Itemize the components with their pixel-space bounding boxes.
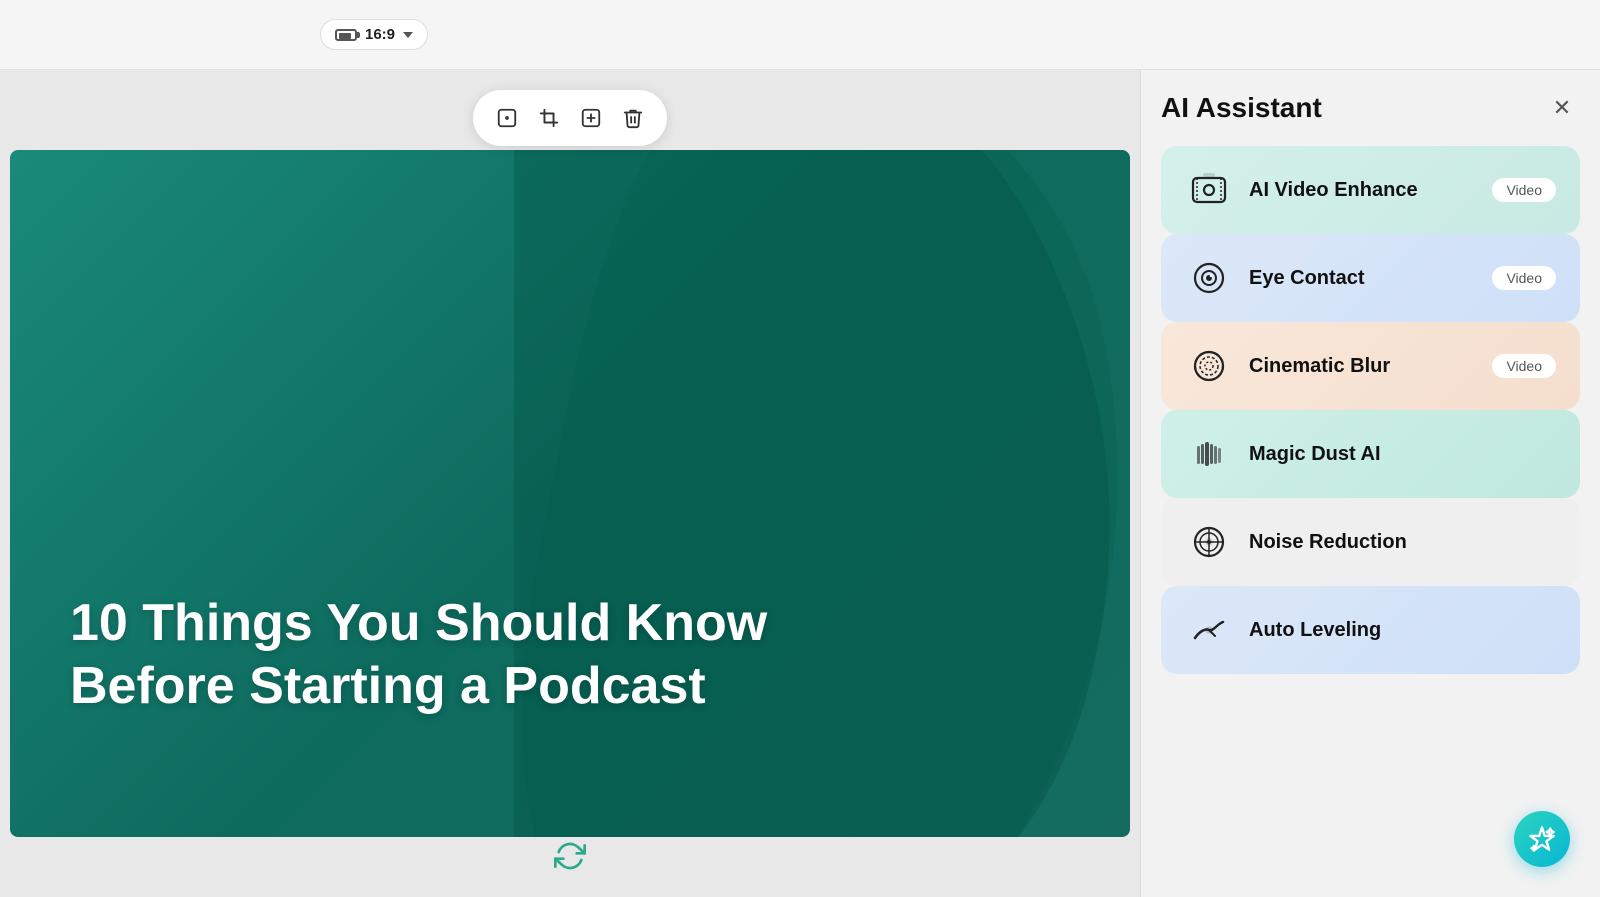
cinematic-blur-badge: Video — [1492, 354, 1556, 378]
eye-contact-label: Eye Contact — [1249, 267, 1476, 290]
video-title: 10 Things You Should Know Before Startin… — [70, 592, 767, 717]
feature-card-ai-video-enhance[interactable]: AI Video Enhance Video — [1161, 146, 1580, 234]
noise-reduction-icon — [1185, 518, 1233, 566]
video-text: 10 Things You Should Know Before Startin… — [10, 592, 827, 837]
right-panel: AI Assistant ✕ AI Video Enhance Video Eye… — [1140, 70, 1600, 897]
close-panel-button[interactable]: ✕ — [1544, 90, 1580, 126]
noise-reduction-label: Noise Reduction — [1249, 531, 1556, 554]
main-content: 10 Things You Should Know Before Startin… — [0, 70, 1600, 897]
ai-video-enhance-label: AI Video Enhance — [1249, 179, 1476, 202]
magic-dust-ai-label: Magic Dust AI — [1249, 443, 1556, 466]
cinematic-blur-icon — [1185, 342, 1233, 390]
video-canvas: 10 Things You Should Know Before Startin… — [10, 150, 1130, 837]
refresh-button[interactable] — [554, 840, 586, 877]
cinematic-blur-label: Cinematic Blur — [1249, 355, 1476, 378]
add-tool-button[interactable] — [573, 100, 609, 136]
delete-tool-button[interactable] — [615, 100, 651, 136]
top-bar: 16:9 — [0, 0, 1600, 70]
panel-header: AI Assistant ✕ — [1161, 90, 1580, 126]
canvas-area: 10 Things You Should Know Before Startin… — [0, 70, 1140, 897]
feature-card-eye-contact[interactable]: Eye Contact Video — [1161, 234, 1580, 322]
video-title-line2: Before Starting a Podcast — [70, 657, 706, 715]
crop-tool-button[interactable] — [531, 100, 567, 136]
toolbar — [473, 90, 667, 146]
chevron-down-icon — [403, 32, 413, 38]
battery-icon — [335, 29, 357, 41]
video-title-line1: 10 Things You Should Know — [70, 594, 767, 652]
auto-leveling-icon — [1185, 606, 1233, 654]
ai-video-enhance-icon — [1185, 166, 1233, 214]
panel-title: AI Assistant — [1161, 92, 1322, 124]
ai-fab-button[interactable] — [1514, 811, 1570, 867]
feature-card-cinematic-blur[interactable]: Cinematic Blur Video — [1161, 322, 1580, 410]
ai-video-enhance-badge: Video — [1492, 178, 1556, 202]
feature-cards-container: AI Video Enhance Video Eye Contact Video C… — [1161, 146, 1580, 674]
aspect-ratio-selector[interactable]: 16:9 — [320, 19, 428, 50]
aspect-ratio-label: 16:9 — [365, 26, 395, 43]
magic-dust-ai-icon — [1185, 430, 1233, 478]
feature-card-noise-reduction[interactable]: Noise Reduction — [1161, 498, 1580, 586]
eye-contact-badge: Video — [1492, 266, 1556, 290]
eye-contact-icon — [1185, 254, 1233, 302]
select-tool-button[interactable] — [489, 100, 525, 136]
auto-leveling-label: Auto Leveling — [1249, 619, 1556, 642]
feature-card-auto-leveling[interactable]: Auto Leveling — [1161, 586, 1580, 674]
feature-card-magic-dust-ai[interactable]: Magic Dust AI — [1161, 410, 1580, 498]
